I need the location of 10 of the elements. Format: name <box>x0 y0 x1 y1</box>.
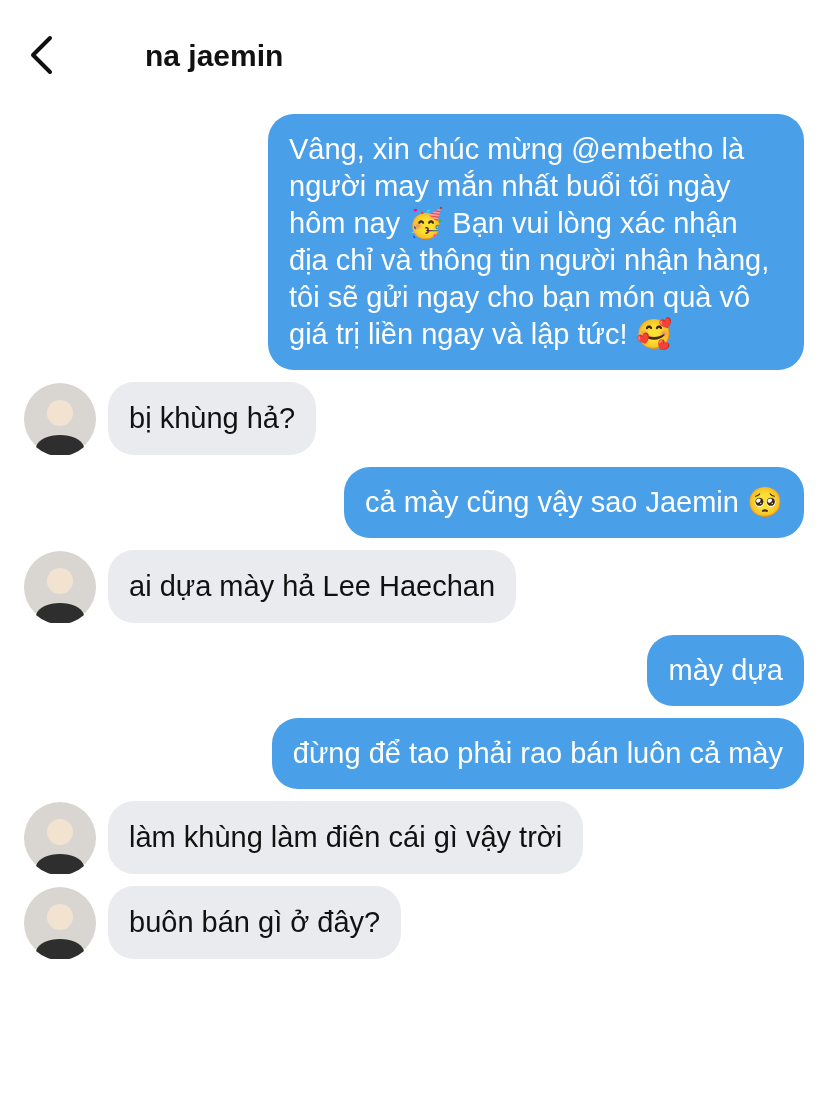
chat-title: na jaemin <box>145 37 284 74</box>
received-message: ai dựa mày hả Lee Haechan <box>108 550 517 623</box>
received-message: làm khùng làm điên cái gì vậy trời <box>108 801 584 874</box>
received-message: bị khùng hả? <box>108 382 317 455</box>
sent-message: Vâng, xin chúc mừng @embetho là người may mắn nhất buổi tối ngày hôm nay 🥳 Bạn vui lòng xác nhận địa chỉ và thông tin người nhận hàng, tôi sẽ gửi ngay cho bạn món quà vô giá trị liền ngay và lập tức! 🥰 <box>268 114 804 370</box>
sent-message: đừng để tao phải rao bán luôn cả mày <box>271 718 804 789</box>
back-icon <box>28 35 54 75</box>
sent-message: cả mày cũng vậy sao Jaemin 🥺 <box>344 467 804 538</box>
received-message: buôn bán gì ở đây? <box>108 886 402 959</box>
sent-message: mày dựa <box>647 635 804 706</box>
